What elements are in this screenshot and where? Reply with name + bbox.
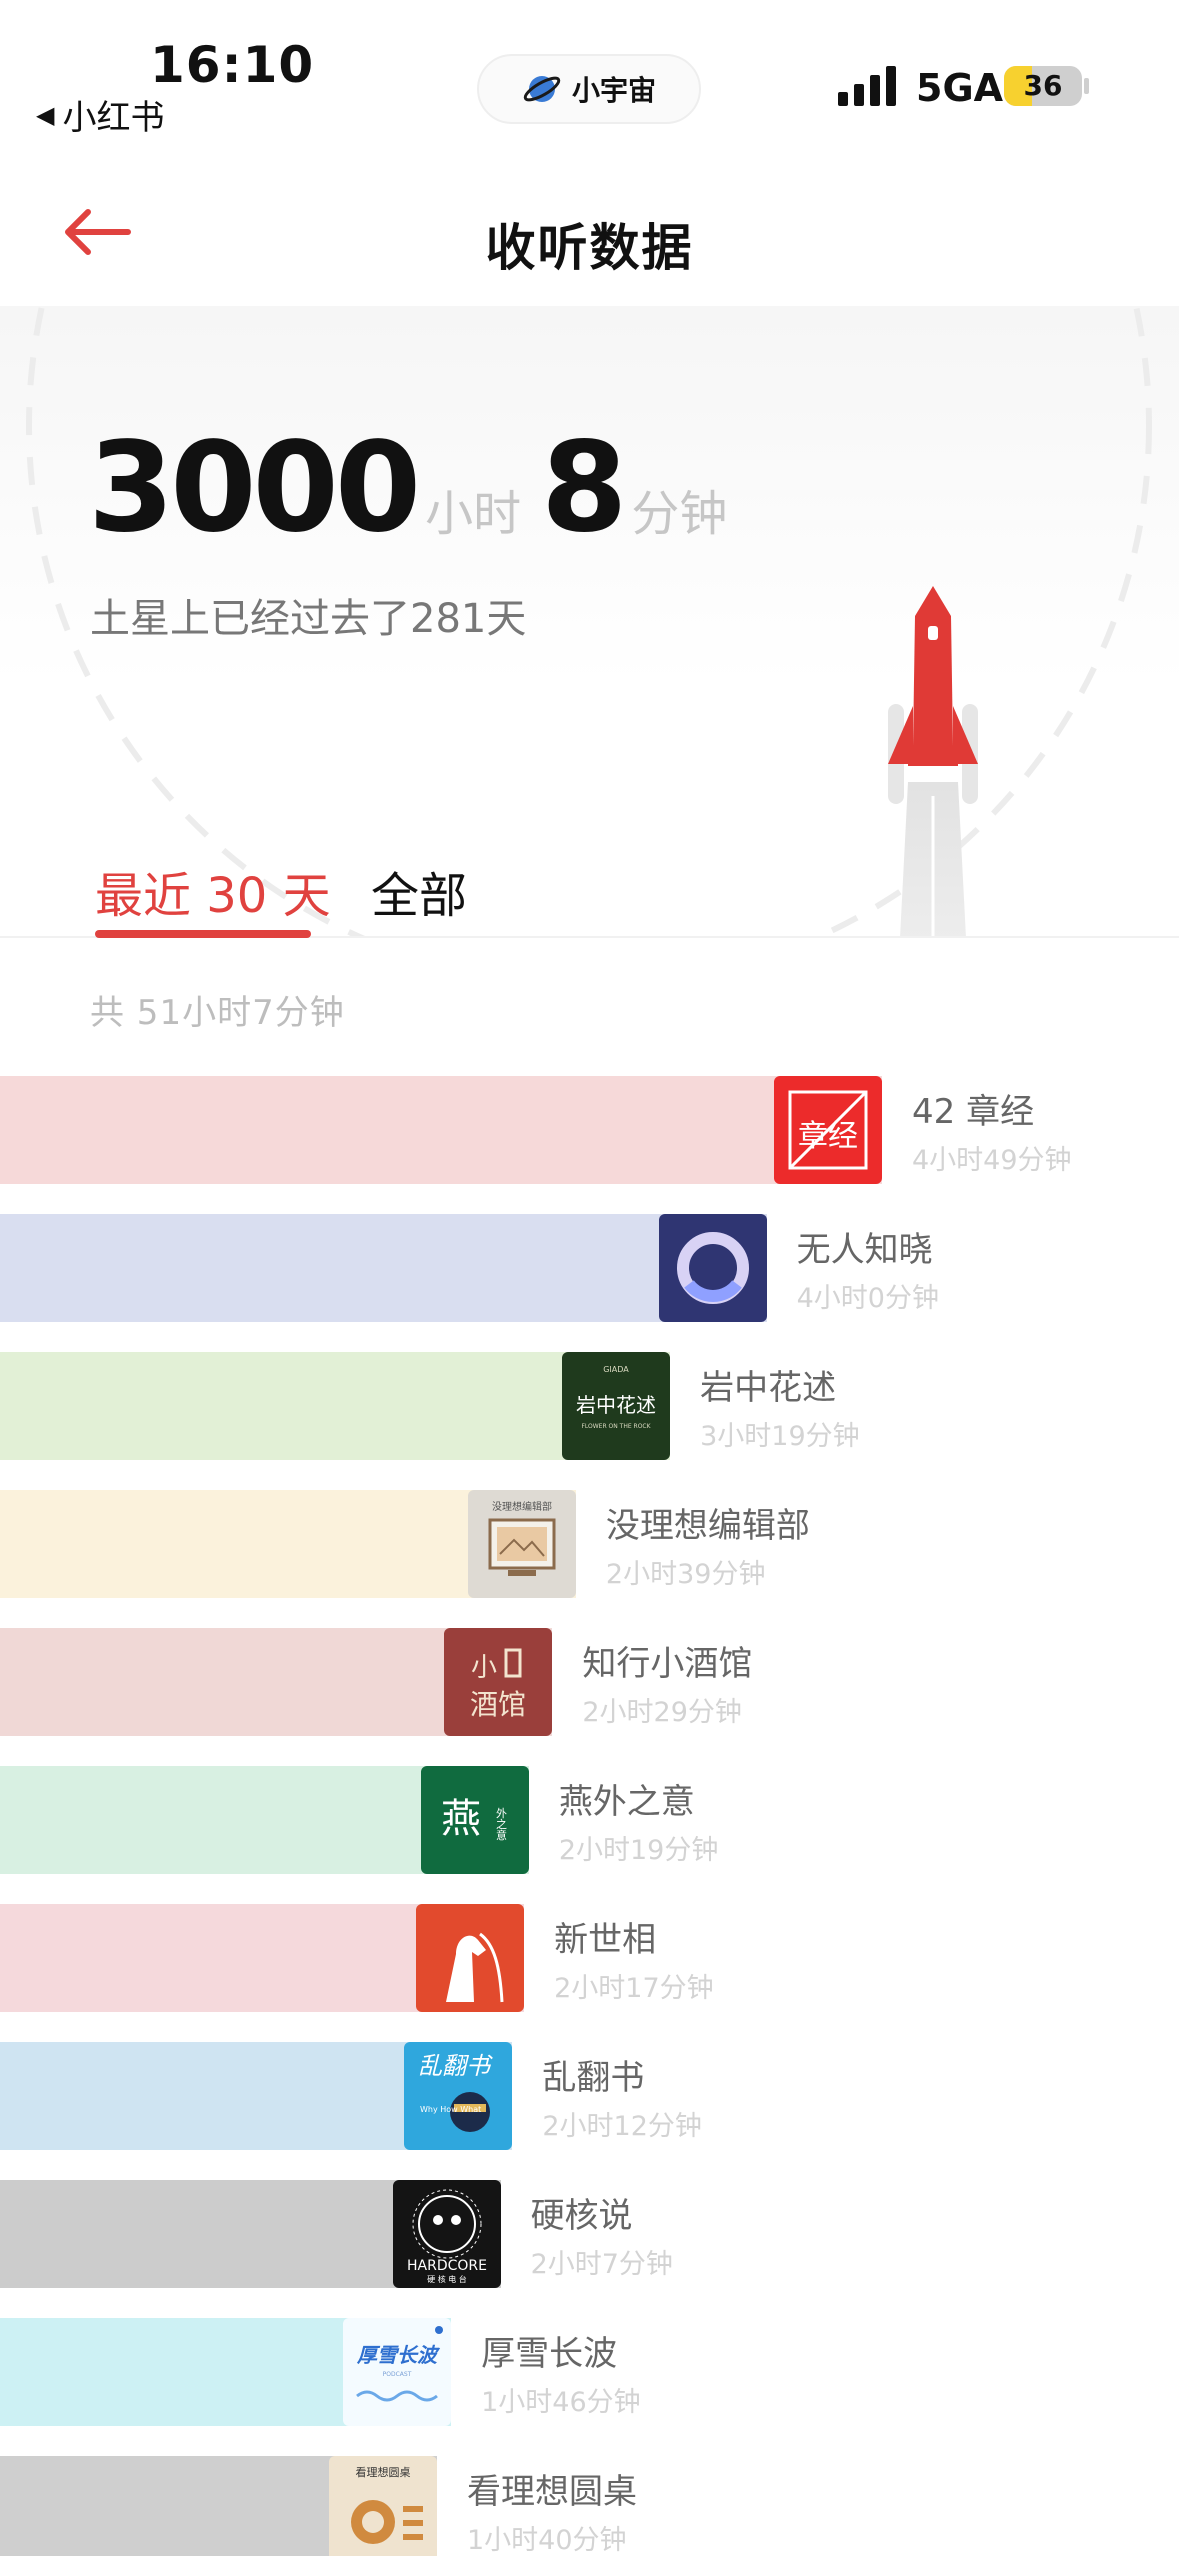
listening-duration: 4小时49分钟 (912, 1145, 1072, 1176)
svg-text:Why How What: Why How What (420, 2105, 481, 2114)
listening-duration: 2小时39分钟 (605, 1559, 766, 1590)
back-to-app-button[interactable]: ◀ 小红书 (36, 90, 164, 139)
podcast-name: 新世相 (554, 1920, 657, 1960)
svg-text:GIADA: GIADA (603, 1365, 629, 1374)
cellular-signal-icon (838, 66, 896, 106)
tab-last-30-days[interactable]: 最近 30 天 (95, 856, 331, 926)
list-item[interactable]: HARDCORE 硬 核 电 台 硬核说 2小时7分钟 (0, 2180, 1179, 2288)
podcast-cover: 厚雪长波 PODCAST (343, 2318, 452, 2426)
svg-text:看理想圆桌: 看理想圆桌 (356, 2465, 411, 2479)
saturn-days-text: 土星上已经过去了281天 (90, 596, 527, 642)
podcast-name: 看理想圆桌 (467, 2472, 637, 2512)
listening-duration: 2小时12分钟 (542, 2111, 702, 2142)
total-minutes: 8 (541, 416, 627, 560)
battery-icon: 36 (1004, 66, 1082, 106)
podcast-name: 硬核说 (530, 2196, 633, 2236)
svg-text:岩中花述: 岩中花述 (576, 1393, 656, 1417)
total-listening-time: 3000 小时 8 分钟 (88, 416, 747, 560)
planet-icon (523, 76, 561, 102)
podcast-name: 厚雪长波 (481, 2334, 618, 2374)
listening-bar (0, 1076, 882, 1184)
battery-cap (1084, 78, 1089, 94)
podcast-name: 无人知晓 (796, 1230, 933, 1270)
list-item[interactable]: 章经 42 章经 4小时49分钟 (0, 1076, 1179, 1184)
svg-text:外之意: 外之意 (494, 1807, 507, 1840)
list-item[interactable]: 小 酒馆 知行小酒馆 2小时29分钟 (0, 1628, 1179, 1736)
svg-text:没理想编辑部: 没理想编辑部 (492, 1500, 552, 1513)
svg-text:燕: 燕 (441, 1796, 481, 1842)
podcast-name: 42 章经 (912, 1092, 1035, 1132)
page-title: 收听数据 (485, 219, 694, 277)
tab-all[interactable]: 全部 (371, 856, 467, 926)
listening-bar (0, 1214, 767, 1322)
list-item[interactable]: 没理想编辑部 没理想编辑部 2小时39分钟 (0, 1490, 1179, 1598)
list-item[interactable]: 乱翻书 Why How What 乱翻书 2小时12分钟 (0, 2042, 1179, 2150)
total-hours: 3000 (88, 416, 421, 560)
svg-text:小: 小 (471, 1653, 497, 1683)
status-bar: 16:10 ◀ 小红书 小宇宙 5GA 36 (0, 0, 1179, 150)
hours-unit: 小时 (425, 486, 522, 542)
listening-duration: 2小时19分钟 (558, 1835, 719, 1866)
podcast-cover (658, 1214, 767, 1322)
listening-duration: 2小时7分钟 (530, 2249, 673, 2280)
svg-text:章经: 章经 (798, 1119, 858, 1154)
podcast-name: 岩中花述 (700, 1368, 837, 1408)
podcast-name: 乱翻书 (542, 2058, 645, 2098)
list-item[interactable]: 看理想圆桌 看理想圆桌 1小时40分钟 (0, 2456, 1179, 2556)
network-type: 5GA (916, 66, 1004, 110)
status-time: 16:10 (150, 36, 315, 94)
list-item[interactable]: 厚雪长波 PODCAST 厚雪长波 1小时46分钟 (0, 2318, 1179, 2426)
battery-level: 36 (1023, 69, 1063, 102)
listening-duration: 3小时19分钟 (700, 1421, 860, 1452)
svg-text:PODCAST: PODCAST (383, 2371, 412, 2378)
podcast-cover: 看理想圆桌 (329, 2456, 437, 2556)
app-pill[interactable]: 小宇宙 (477, 54, 701, 124)
period-tabs: 最近 30 天 全部 (0, 840, 1179, 938)
listening-duration: 1小时46分钟 (481, 2387, 641, 2418)
list-item[interactable]: 无人知晓 4小时0分钟 (0, 1214, 1179, 1322)
minutes-unit: 分钟 (631, 486, 728, 542)
app-pill-label: 小宇宙 (571, 74, 656, 107)
podcast-cover: 燕 外之意 (420, 1766, 529, 1874)
nav-bar: 收听数据 (0, 150, 1179, 306)
listening-duration: 2小时17分钟 (554, 1973, 714, 2004)
svg-text:FLOWER ON THE ROCK: FLOWER ON THE ROCK (582, 1423, 652, 1430)
listening-duration: 1小时40分钟 (467, 2525, 627, 2556)
podcast-cover: 小 酒馆 (444, 1628, 553, 1736)
svg-text:厚雪长波: 厚雪长波 (356, 2343, 441, 2367)
list-item[interactable]: 新世相 2小时17分钟 (0, 1904, 1179, 2012)
list-item[interactable]: 燕 外之意 燕外之意 2小时19分钟 (0, 1766, 1179, 1874)
podcast-name: 知行小酒馆 (582, 1644, 753, 1684)
podcast-cover: 章经 (774, 1076, 882, 1184)
podcast-cover: 没理想编辑部 (467, 1490, 576, 1598)
listening-duration: 4小时0分钟 (796, 1283, 939, 1314)
podcast-name: 燕外之意 (558, 1782, 695, 1822)
list-item[interactable]: GIADA 岩中花述 FLOWER ON THE ROCK 岩中花述 3小时19… (0, 1352, 1179, 1460)
podcast-name: 没理想编辑部 (605, 1506, 810, 1546)
svg-text:HARDCORE: HARDCORE (407, 2258, 487, 2274)
podcast-cover: HARDCORE 硬 核 电 台 (392, 2180, 501, 2288)
period-total: 共 51小时7分钟 (90, 993, 345, 1033)
podcast-cover: GIADA 岩中花述 FLOWER ON THE ROCK (562, 1352, 671, 1460)
back-app-label: 小红书 (62, 98, 165, 138)
svg-text:硬 核 电 台: 硬 核 电 台 (427, 2274, 467, 2284)
svg-text:乱翻书: 乱翻书 (418, 2052, 493, 2080)
listening-duration: 2小时29分钟 (582, 1697, 742, 1728)
back-triangle-icon: ◀ (36, 100, 55, 129)
podcast-cover (416, 1904, 525, 2012)
podcast-cover: 乱翻书 Why How What (404, 2042, 513, 2150)
svg-text:酒馆: 酒馆 (470, 1688, 526, 1721)
active-tab-indicator (95, 930, 311, 938)
